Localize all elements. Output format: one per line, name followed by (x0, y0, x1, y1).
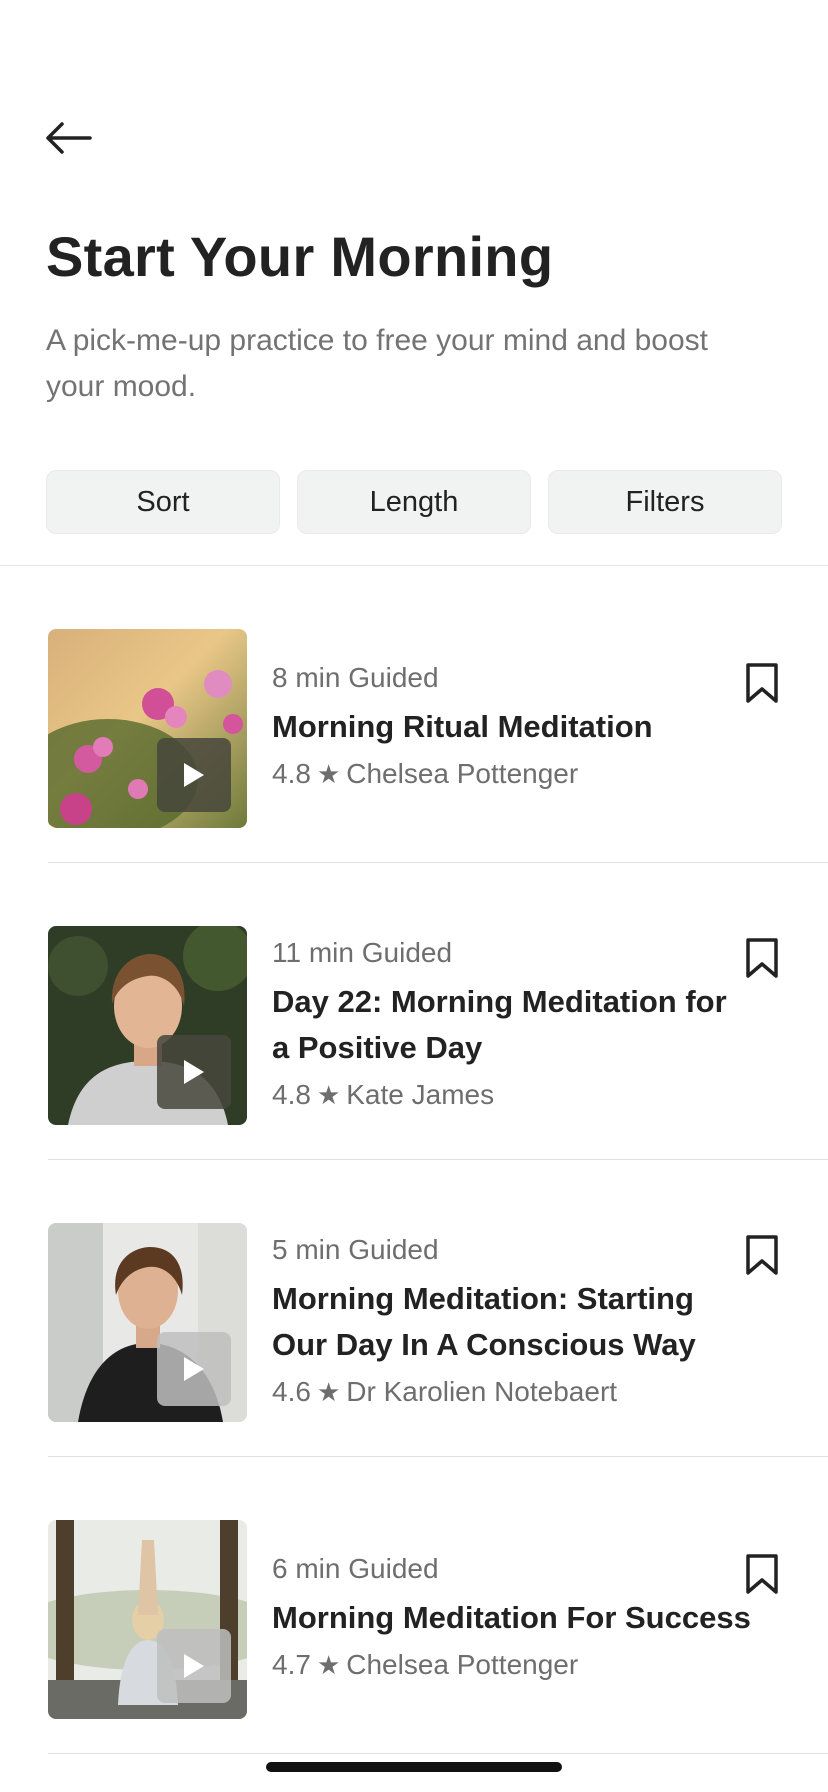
length-button[interactable]: Length (297, 470, 531, 534)
star-icon: ★ (316, 1649, 341, 1680)
bookmark-icon (746, 1235, 778, 1275)
item-meta: 6 min Guided (272, 1553, 439, 1584)
author-name: Kate James (346, 1079, 495, 1110)
item-title[interactable]: Morning Meditation: Starting Our Day In … (272, 1276, 752, 1368)
item-rating-row: 4.8 ★ Chelsea Pottenger (272, 758, 752, 790)
star-icon: ★ (316, 758, 341, 789)
item-info: 11 min Guided Day 22: Morning Meditation… (272, 937, 752, 1111)
bookmark-icon (746, 938, 778, 978)
author-name: Dr Karolien Notebaert (346, 1376, 618, 1407)
play-button[interactable] (157, 1332, 231, 1406)
play-button[interactable] (157, 1035, 231, 1109)
item-meta: 11 min Guided (272, 937, 453, 968)
meditation-list: 8 min Guided Morning Ritual Meditation 4… (0, 566, 828, 1754)
thumbnail-image[interactable] (48, 629, 247, 828)
play-icon (184, 763, 204, 787)
list-item[interactable]: 8 min Guided Morning Ritual Meditation 4… (0, 566, 828, 863)
thumbnail-image[interactable] (48, 926, 247, 1125)
author-name: Chelsea Pottenger (346, 758, 579, 789)
item-rating-row: 4.8 ★ Kate James (272, 1079, 752, 1111)
bookmark-button[interactable] (740, 1230, 784, 1280)
play-icon (184, 1357, 204, 1381)
home-indicator[interactable] (266, 1762, 562, 1772)
play-button[interactable] (157, 738, 231, 812)
thumbnail-image[interactable] (48, 1520, 247, 1719)
bookmark-icon (746, 1554, 778, 1594)
list-item[interactable]: 11 min Guided Day 22: Morning Meditation… (0, 863, 828, 1160)
arrow-left-icon (46, 122, 92, 154)
filters-button[interactable]: Filters (548, 470, 782, 534)
bookmark-icon (746, 663, 778, 703)
bookmark-button[interactable] (740, 1549, 784, 1599)
rating-value: 4.7 (272, 1649, 311, 1680)
play-button[interactable] (157, 1629, 231, 1703)
rating-value: 4.6 (272, 1376, 311, 1407)
item-title[interactable]: Morning Ritual Meditation (272, 704, 752, 750)
star-icon: ★ (316, 1079, 341, 1110)
bookmark-button[interactable] (740, 658, 784, 708)
item-title[interactable]: Day 22: Morning Meditation for a Positiv… (272, 979, 752, 1071)
author-name: Chelsea Pottenger (346, 1649, 579, 1680)
page-title: Start Your Morning (46, 225, 554, 288)
sort-button[interactable]: Sort (46, 470, 280, 534)
rating-value: 4.8 (272, 1079, 311, 1110)
back-button[interactable] (40, 116, 96, 160)
item-rating-row: 4.6 ★ Dr Karolien Notebaert (272, 1376, 752, 1408)
item-meta: 8 min Guided (272, 662, 439, 693)
item-title[interactable]: Morning Meditation For Success (272, 1595, 752, 1641)
list-item[interactable]: 5 min Guided Morning Meditation: Startin… (0, 1160, 828, 1457)
item-info: 8 min Guided Morning Ritual Meditation 4… (272, 662, 752, 790)
play-icon (184, 1654, 204, 1678)
rating-value: 4.8 (272, 758, 311, 789)
list-item[interactable]: 6 min Guided Morning Meditation For Succ… (0, 1457, 828, 1754)
bookmark-button[interactable] (740, 933, 784, 983)
item-info: 5 min Guided Morning Meditation: Startin… (272, 1234, 752, 1408)
star-icon: ★ (316, 1376, 341, 1407)
filter-bar: Sort Length Filters (46, 470, 782, 534)
item-info: 6 min Guided Morning Meditation For Succ… (272, 1553, 752, 1681)
page-subtitle: A pick-me-up practice to free your mind … (46, 324, 708, 403)
play-icon (184, 1060, 204, 1084)
item-rating-row: 4.7 ★ Chelsea Pottenger (272, 1649, 752, 1681)
thumbnail-image[interactable] (48, 1223, 247, 1422)
divider (48, 1753, 828, 1754)
item-meta: 5 min Guided (272, 1234, 439, 1265)
